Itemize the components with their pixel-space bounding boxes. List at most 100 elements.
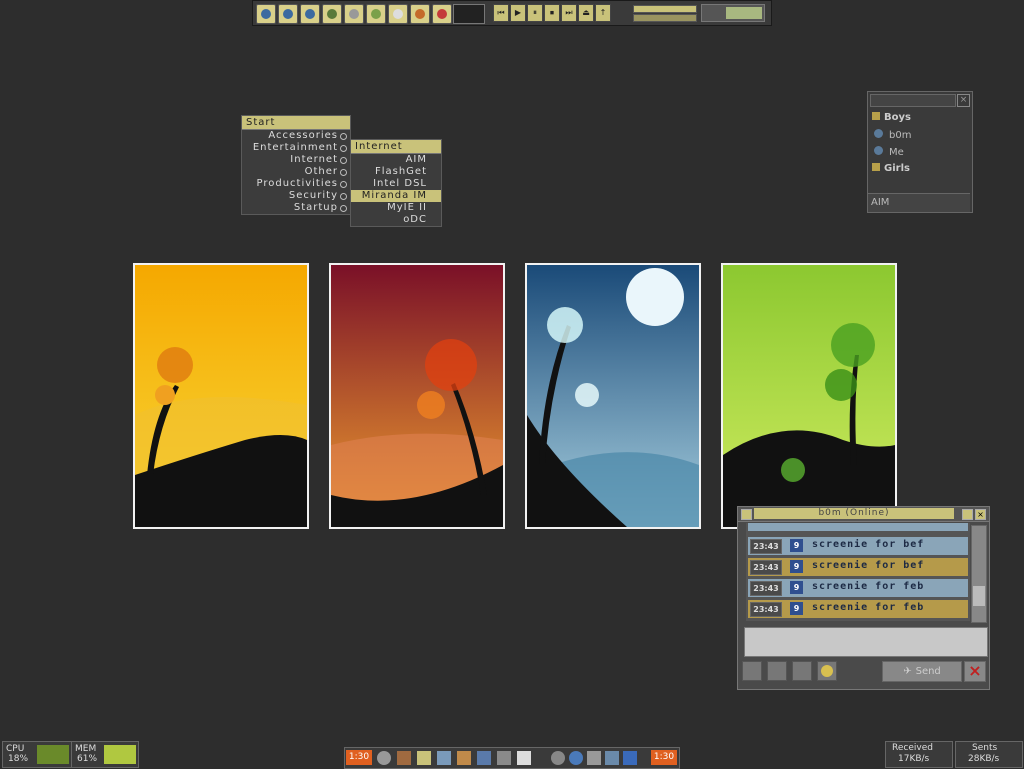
app-icon[interactable] bbox=[497, 751, 511, 765]
volume-slider[interactable] bbox=[633, 5, 697, 13]
disc-icon[interactable] bbox=[344, 4, 364, 24]
app-icon[interactable] bbox=[457, 751, 471, 765]
app-icon[interactable] bbox=[397, 751, 411, 765]
mem-label: MEM bbox=[75, 744, 97, 754]
smiley-icon[interactable] bbox=[817, 661, 837, 681]
pause-button[interactable]: ⏸ bbox=[527, 4, 543, 22]
message-row: 23:43 9 screenie for feb bbox=[748, 600, 968, 618]
mem-value: 61% bbox=[77, 754, 98, 764]
stop-button[interactable]: ⏹ bbox=[544, 4, 560, 22]
prev-button[interactable]: ⏮ bbox=[493, 4, 509, 22]
user-icon bbox=[874, 129, 883, 138]
send-icon: ✈ bbox=[903, 666, 912, 677]
cpu-value: 18% bbox=[8, 754, 29, 764]
message-time: 23:43 bbox=[750, 581, 782, 596]
message-icon: 9 bbox=[790, 581, 803, 594]
pen-icon[interactable] bbox=[366, 4, 386, 24]
up-button[interactable]: ↑ bbox=[595, 4, 611, 22]
tray-icon[interactable] bbox=[569, 751, 583, 765]
menu-item-security[interactable]: Security bbox=[242, 190, 350, 202]
cpu-label: CPU bbox=[6, 744, 25, 754]
file-icon[interactable] bbox=[792, 661, 812, 681]
clock-right: 1:30 bbox=[651, 750, 677, 765]
message-log: 23:43 9 screenie for bef 23:43 9 screeni… bbox=[746, 523, 970, 621]
message-icon: 9 bbox=[790, 560, 803, 573]
media-display bbox=[453, 4, 485, 24]
folder-icon bbox=[872, 163, 880, 171]
wallpaper-autumn-red bbox=[329, 263, 505, 529]
contact-list-titlebar[interactable] bbox=[870, 94, 956, 107]
tray-icon[interactable] bbox=[587, 751, 601, 765]
received-label: Received bbox=[892, 743, 933, 753]
contact-b0m[interactable]: b0m bbox=[874, 129, 911, 141]
active-app-icon[interactable] bbox=[417, 751, 431, 765]
users-icon[interactable] bbox=[742, 661, 762, 681]
home-icon[interactable] bbox=[256, 4, 276, 24]
eject-button[interactable]: ⏏ bbox=[578, 4, 594, 22]
submenu-item-intel-dsl[interactable]: Intel DSL bbox=[351, 178, 441, 190]
message-time: 23:43 bbox=[750, 602, 782, 617]
internet-submenu: Internet AIM FlashGet Intel DSL Miranda … bbox=[350, 139, 442, 227]
flower-icon[interactable] bbox=[432, 4, 452, 24]
message-text: screenie for bef bbox=[812, 539, 925, 550]
send-button[interactable]: ✈ Send bbox=[882, 661, 962, 682]
globe-icon[interactable] bbox=[278, 4, 298, 24]
menu-item-startup[interactable]: Startup bbox=[242, 202, 350, 214]
app-icon[interactable] bbox=[437, 751, 451, 765]
submenu-item-aim[interactable]: AIM bbox=[351, 154, 441, 166]
message-scrollbar[interactable] bbox=[971, 525, 987, 623]
menu-item-other[interactable]: Other bbox=[242, 166, 350, 178]
tray-icon[interactable] bbox=[623, 751, 637, 765]
chat-icon[interactable] bbox=[300, 4, 320, 24]
minimize-icon[interactable] bbox=[962, 509, 973, 520]
message-input[interactable] bbox=[744, 627, 988, 657]
guitar-icon[interactable] bbox=[410, 4, 430, 24]
start-menu: Start Accessories Entertainment Internet… bbox=[241, 115, 351, 215]
cpu-graph bbox=[37, 745, 69, 764]
message-time: 23:43 bbox=[750, 539, 782, 554]
clock-left: 1:30 bbox=[346, 750, 372, 765]
chat-titlebar[interactable]: b0m (Online) × bbox=[738, 507, 989, 522]
app-icon[interactable] bbox=[477, 751, 491, 765]
menu-item-accessories[interactable]: Accessories bbox=[242, 130, 350, 142]
calendar-icon[interactable] bbox=[388, 4, 408, 24]
submenu-item-flashget[interactable]: FlashGet bbox=[351, 166, 441, 178]
play-button[interactable]: ▶ bbox=[510, 4, 526, 22]
close-chat-icon[interactable]: × bbox=[964, 661, 986, 682]
tray-icon[interactable] bbox=[605, 751, 619, 765]
folder-icon bbox=[872, 112, 880, 120]
submenu-item-myie[interactable]: MyIE II bbox=[351, 202, 441, 214]
chat-title: b0m (Online) bbox=[754, 508, 954, 519]
cpu-monitor: CPU 18% bbox=[2, 741, 72, 768]
submenu-item-miranda-im[interactable]: Miranda IM bbox=[351, 190, 441, 202]
close-icon[interactable]: × bbox=[975, 509, 986, 520]
message-icon: 9 bbox=[790, 602, 803, 615]
message-row: 23:43 9 screenie for feb bbox=[748, 579, 968, 597]
message-time: 23:43 bbox=[750, 560, 782, 575]
group-boys[interactable]: Boys bbox=[872, 112, 911, 123]
tray-icon[interactable] bbox=[551, 751, 565, 765]
history-icon[interactable] bbox=[767, 661, 787, 681]
menu-item-productivities[interactable]: Productivities bbox=[242, 178, 350, 190]
sent-value: 28KB/s bbox=[968, 754, 1000, 764]
menu-item-entertainment[interactable]: Entertainment bbox=[242, 142, 350, 154]
status-selector[interactable]: AIM bbox=[868, 193, 970, 212]
user-icon bbox=[874, 146, 883, 155]
menu-item-internet[interactable]: Internet bbox=[242, 154, 350, 166]
net-sent-monitor: Sents 28KB/s bbox=[955, 741, 1023, 768]
close-icon[interactable]: × bbox=[957, 94, 970, 107]
scrollbar-thumb[interactable] bbox=[973, 586, 985, 606]
window-menu-icon[interactable] bbox=[741, 509, 752, 520]
start-menu-title[interactable]: Start bbox=[242, 116, 350, 130]
submenu-item-odc[interactable]: oDC bbox=[351, 214, 441, 226]
message-icon: 9 bbox=[790, 539, 803, 552]
contact-list-window: × Boys b0m Me Girls AIM bbox=[867, 91, 973, 213]
seek-slider[interactable] bbox=[633, 14, 697, 22]
top-toolbar: ⏮ ▶ ⏸ ⏹ ⏭ ⏏ ↑ bbox=[252, 0, 772, 26]
next-button[interactable]: ⏭ bbox=[561, 4, 577, 22]
globe-icon[interactable] bbox=[377, 751, 391, 765]
shield-icon[interactable] bbox=[322, 4, 342, 24]
group-girls[interactable]: Girls bbox=[872, 163, 910, 174]
app-icon[interactable] bbox=[517, 751, 531, 765]
contact-me[interactable]: Me bbox=[874, 146, 904, 158]
